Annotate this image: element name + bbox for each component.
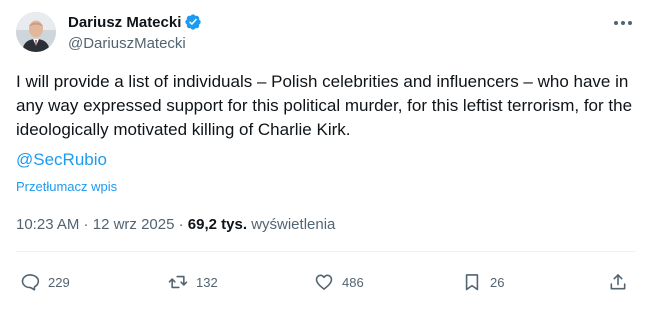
author-handle[interactable]: @DariuszMatecki	[68, 34, 202, 54]
views-count: 69,2 tys.	[187, 216, 248, 233]
verified-badge-icon[interactable]	[184, 13, 202, 31]
more-dots-icon	[614, 21, 632, 25]
action-bar: 229 132 486 26	[16, 270, 636, 294]
bookmark-button[interactable]: 26	[462, 270, 504, 294]
tweet-date[interactable]: 12 wrz 2025	[93, 216, 175, 233]
translate-link[interactable]: Przetłumacz wpis	[16, 178, 117, 196]
repost-icon	[168, 275, 188, 289]
heart-icon	[315, 274, 333, 290]
more-button[interactable]	[612, 14, 634, 32]
bookmark-icon	[465, 274, 479, 291]
author-block: Dariusz Matecki @DariuszMatecki	[68, 12, 202, 54]
reply-icon	[21, 274, 40, 291]
repost-count: 132	[196, 274, 218, 290]
share-button[interactable]	[608, 270, 628, 294]
like-count: 486	[342, 274, 364, 290]
divider	[16, 251, 636, 252]
repost-button[interactable]: 132	[168, 270, 218, 294]
reply-count: 229	[48, 274, 70, 290]
tweet-text: I will provide a list of individuals – P…	[16, 72, 633, 139]
avatar-image	[16, 12, 56, 52]
tweet-meta: 10:23 AM · 12 wrz 2025 · 69,2 tys. wyświ…	[16, 215, 335, 235]
mention-link[interactable]: @SecRubio	[16, 148, 107, 172]
share-icon	[610, 274, 626, 290]
like-button[interactable]: 486	[314, 270, 364, 294]
views-label: wyświetlenia	[251, 216, 336, 233]
tweet-card: Dariusz Matecki @DariuszMatecki I will p…	[0, 0, 652, 309]
bookmark-count: 26	[490, 274, 505, 290]
tweet-time[interactable]: 10:23 AM	[16, 216, 79, 233]
author-name-row: Dariusz Matecki	[68, 12, 202, 32]
reply-button[interactable]: 229	[20, 270, 70, 294]
meta-separator: ·	[174, 216, 188, 233]
avatar[interactable]	[16, 12, 56, 52]
meta-separator: ·	[79, 216, 93, 233]
author-display-name[interactable]: Dariusz Matecki	[68, 14, 181, 31]
